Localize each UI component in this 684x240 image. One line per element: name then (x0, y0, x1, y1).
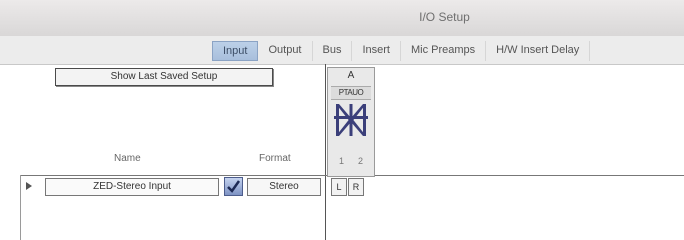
window-title: I/O Setup (419, 10, 470, 24)
tab-bar: Input Output Bus Insert Mic Preamps H/W … (0, 36, 684, 65)
channel-assign-left[interactable]: L (331, 178, 347, 196)
interface-icon (334, 104, 368, 136)
io-setup-window: I/O Setup Input Output Bus Insert Mic Pr… (0, 0, 684, 240)
format-column-header: Format (259, 153, 291, 164)
tab-hw-insert-delay[interactable]: H/W Insert Delay (486, 41, 591, 61)
tab-bus[interactable]: Bus (313, 41, 353, 61)
tab-output[interactable]: Output (258, 41, 313, 61)
path-active-checkbox[interactable] (224, 177, 243, 196)
interface-strip-label: PTAUO (338, 88, 364, 97)
tab-input[interactable]: Input (212, 41, 259, 61)
channel-header-1: 1 (339, 156, 345, 166)
title-bar[interactable]: I/O Setup (0, 0, 684, 37)
show-last-saved-setup-button[interactable]: Show Last Saved Setup (55, 68, 273, 86)
channel-assign-right[interactable]: R (348, 178, 364, 196)
tab-insert[interactable]: Insert (352, 41, 401, 61)
column-divider (325, 64, 326, 240)
interface-label: A (347, 70, 355, 81)
tab-mic-preamps[interactable]: Mic Preamps (401, 41, 487, 61)
expand-triangle-icon[interactable] (26, 182, 32, 190)
name-column-header: Name (114, 153, 141, 164)
interface-strip: PTAUO (331, 86, 371, 100)
path-format-selector[interactable]: Stereo (247, 178, 321, 196)
channel-header-2: 2 (358, 156, 364, 166)
path-name-field[interactable]: ZED-Stereo Input (45, 178, 219, 196)
channel-matrix-header: A PTAUO 1 2 (327, 67, 375, 177)
checkmark-icon (227, 180, 241, 193)
tab-list: Input Output Bus Insert Mic Preamps H/W … (212, 41, 591, 61)
row-left-border (20, 175, 21, 240)
